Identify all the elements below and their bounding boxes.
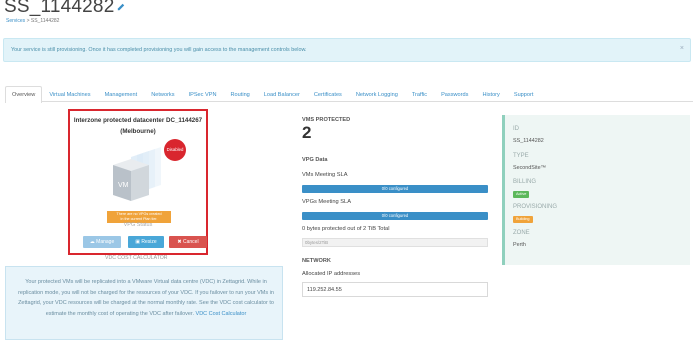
tab-ipsec-vpn[interactable]: IPSec VPN — [182, 86, 224, 102]
type-value: SecondSite™ — [513, 165, 546, 171]
vdc-cost-calculator-link[interactable]: VDC Cost Calculator — [196, 311, 247, 317]
allocated-ip-label: Allocated IP addresses — [302, 271, 361, 277]
tab-management[interactable]: Management — [98, 86, 145, 102]
resize-button-label: Resize — [141, 239, 157, 245]
billing-key: BILLING — [513, 179, 537, 185]
tab-overview[interactable]: Overview — [5, 86, 43, 103]
vdc-info-box: Your protected VMs will be replicated in… — [5, 266, 283, 340]
tab-bar: Overview Virtual Machines Management Net… — [5, 86, 693, 103]
billing-status-badge: Active — [513, 191, 530, 198]
datacenter-title: Interzone protected datacenter DC_114426… — [70, 115, 206, 137]
edit-icon[interactable] — [117, 3, 125, 11]
disabled-badge: Disabled — [164, 139, 186, 161]
breadcrumb: Services > SS_1144282 — [6, 18, 59, 24]
vm-label: VM — [118, 182, 129, 189]
allocated-ip-value: 119.252.84.55 — [302, 282, 488, 297]
cancel-button-label: Cancel — [183, 239, 199, 245]
close-icon: ✖ — [177, 239, 182, 245]
tab-virtual-machines[interactable]: Virtual Machines — [42, 86, 97, 102]
resize-button[interactable]: ▣ Resize — [128, 236, 164, 248]
alert-text: Your service is still provisioning. Once… — [11, 47, 307, 53]
manage-button-label: Manage — [96, 239, 115, 245]
bytes-protected-bar: 0bytes/2TiB — [302, 238, 488, 247]
vdc-cost-calculator-heading: VDC COST CALCULATOR — [105, 255, 168, 261]
provisioning-key: PROVISIONING — [513, 204, 558, 210]
vm-replication-graphic: VM — [113, 147, 161, 201]
service-title: SS_1144282 — [4, 0, 115, 17]
datacenter-title-line1: Interzone protected datacenter DC_114426… — [73, 117, 203, 124]
service-details-panel: ID SS_1144282 TYPE SecondSite™ BILLING A… — [502, 115, 690, 265]
breadcrumb-current: SS_1144282 — [30, 18, 60, 24]
manage-button[interactable]: ☁ Manage — [83, 236, 121, 248]
vpg-status-label: VPG Status — [123, 222, 153, 228]
tab-support[interactable]: Support — [507, 86, 541, 102]
close-icon[interactable]: × — [680, 45, 684, 52]
vpgs-sla-progress: 0/0 configured — [302, 212, 488, 220]
cloud-icon: ☁ — [89, 239, 95, 245]
tab-traffic[interactable]: Traffic — [405, 86, 434, 102]
tab-load-balancer[interactable]: Load Balancer — [257, 86, 307, 102]
tab-networks[interactable]: Networks — [144, 86, 181, 102]
tab-passwords[interactable]: Passwords — [434, 86, 475, 102]
tab-network-logging[interactable]: Network Logging — [349, 86, 405, 102]
datacenter-card: Interzone protected datacenter DC_114426… — [68, 109, 208, 255]
page-title: SS_1144282 — [4, 0, 125, 18]
vpgs-sla-label: VPGs Meeting SLA — [302, 199, 351, 205]
tab-history[interactable]: History — [475, 86, 506, 102]
zone-key: ZONE — [513, 230, 530, 236]
datacenter-title-line2: (Melbourne) — [120, 128, 156, 135]
vms-sla-label: VMs Meeting SLA — [302, 172, 348, 178]
vdc-info-text: Your protected VMs will be replicated in… — [16, 277, 276, 319]
type-key: TYPE — [513, 153, 529, 159]
provisioning-alert: Your service is still provisioning. Once… — [3, 38, 691, 62]
bytes-protected-text: 0 bytes protected out of 2 TiB Total — [302, 226, 390, 232]
tab-routing[interactable]: Routing — [224, 86, 257, 102]
resize-icon: ▣ — [135, 239, 141, 245]
network-heading: NETWORK — [302, 258, 331, 264]
id-value: SS_1144282 — [513, 138, 544, 144]
id-key: ID — [513, 126, 519, 132]
breadcrumb-separator: > — [26, 18, 30, 24]
zone-value: Perth — [513, 242, 526, 248]
cancel-button[interactable]: ✖ Cancel — [169, 236, 207, 248]
vpg-data-heading: VPG Data — [302, 157, 328, 163]
vms-protected-count: 2 — [302, 123, 312, 142]
vms-sla-progress: 0/0 configured — [302, 185, 488, 193]
breadcrumb-services-link[interactable]: Services — [6, 18, 25, 24]
provisioning-status-badge: Building — [513, 216, 533, 223]
tab-certificates[interactable]: Certificates — [307, 86, 349, 102]
